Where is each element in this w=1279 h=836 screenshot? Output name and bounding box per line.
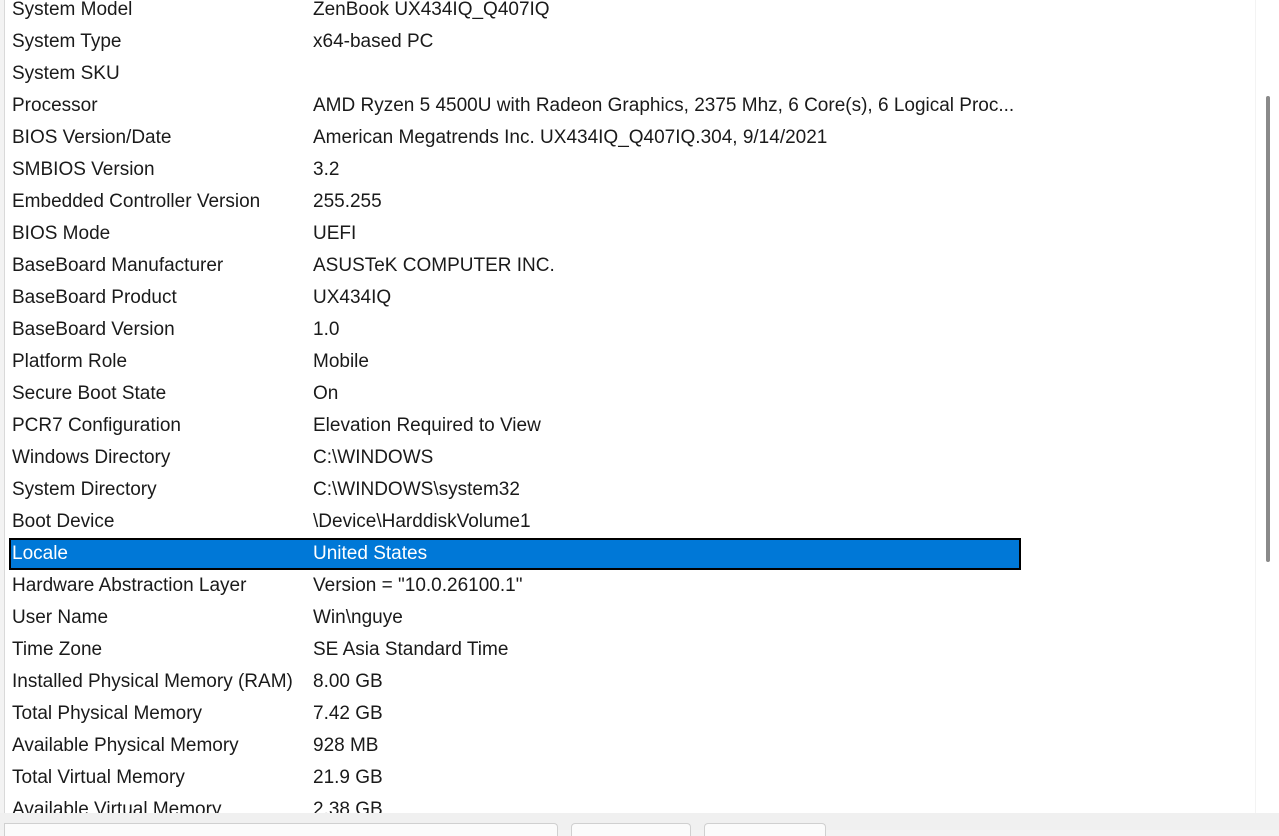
item-value: ASUSTeK COMPUTER INC. [313, 255, 555, 276]
item-value: Mobile [313, 351, 369, 372]
item-value: UEFI [313, 223, 357, 244]
item-value: 3.2 [313, 159, 340, 180]
item-value: 8.00 GB [313, 671, 383, 692]
item-value: On [313, 383, 339, 404]
list-row-pcr7-configuration[interactable]: PCR7 Configuration Elevation Required to … [9, 410, 1021, 442]
list-row-baseboard-version[interactable]: BaseBoard Version 1.0 [9, 314, 1021, 346]
list-row-available-physical-memory[interactable]: Available Physical Memory 928 MB [9, 730, 1021, 762]
item-name: Embedded Controller Version [12, 191, 261, 212]
item-name: Boot Device [12, 511, 115, 532]
list-row-embedded-controller-version[interactable]: Embedded Controller Version 255.255 [9, 186, 1021, 218]
item-name: Locale [12, 543, 68, 564]
item-value: SE Asia Standard Time [313, 639, 509, 660]
list-row-total-virtual-memory[interactable]: Total Virtual Memory 21.9 GB [9, 762, 1021, 794]
list-row-bios-mode[interactable]: BIOS Mode UEFI [9, 218, 1021, 250]
item-value: Win\nguye [313, 607, 403, 628]
item-name: System Type [12, 31, 122, 52]
item-value: Elevation Required to View [313, 415, 541, 436]
scrollbar-thumb[interactable] [1266, 96, 1270, 562]
list-row-available-virtual-memory[interactable]: Available Virtual Memory 2.38 GB [9, 794, 1021, 814]
list-row-boot-device[interactable]: Boot Device \Device\HarddiskVolume1 [9, 506, 1021, 538]
item-value: 7.42 GB [313, 703, 383, 724]
list-row-platform-role[interactable]: Platform Role Mobile [9, 346, 1021, 378]
list-row-total-physical-memory[interactable]: Total Physical Memory 7.42 GB [9, 698, 1021, 730]
list-row-hardware-abstraction-layer[interactable]: Hardware Abstraction Layer Version = "10.… [9, 570, 1021, 602]
item-name: BaseBoard Product [12, 287, 177, 308]
list-row-installed-physical-memory[interactable]: Installed Physical Memory (RAM) 8.00 GB [9, 666, 1021, 698]
item-value: 21.9 GB [313, 767, 383, 788]
vertical-scrollbar[interactable] [1256, 0, 1279, 813]
item-name: Hardware Abstraction Layer [12, 575, 247, 596]
list-row-smbios-version[interactable]: SMBIOS Version 3.2 [9, 154, 1021, 186]
item-name: Secure Boot State [12, 383, 167, 404]
item-value: \Device\HarddiskVolume1 [313, 511, 531, 532]
list-row-processor[interactable]: Processor AMD Ryzen 5 4500U with Radeon G… [9, 90, 1021, 122]
list-row-system-model[interactable]: System Model ZenBook UX434IQ_Q407IQ [9, 0, 1021, 26]
item-value: 255.255 [313, 191, 382, 212]
item-value: 2.38 GB [313, 799, 383, 814]
item-name: BIOS Version/Date [12, 127, 172, 148]
system-summary-rows: System Model ZenBook UX434IQ_Q407IQ Syste… [5, 0, 1255, 814]
item-value: United States [313, 543, 428, 564]
list-row-baseboard-product[interactable]: BaseBoard Product UX434IQ [9, 282, 1021, 314]
item-name: Time Zone [12, 639, 103, 660]
item-value: UX434IQ [313, 287, 392, 308]
item-name: BaseBoard Manufacturer [12, 255, 224, 276]
item-name: System Model [12, 0, 133, 20]
item-name: Processor [12, 95, 98, 116]
list-row-secure-boot-state[interactable]: Secure Boot State On [9, 378, 1021, 410]
item-name: System Directory [12, 479, 157, 500]
item-name: BIOS Mode [12, 223, 111, 244]
list-row-time-zone[interactable]: Time Zone SE Asia Standard Time [9, 634, 1021, 666]
item-name: SMBIOS Version [12, 159, 155, 180]
item-value: American Megatrends Inc. UX434IQ_Q407IQ.… [313, 127, 828, 148]
item-name: Available Virtual Memory [12, 799, 222, 814]
item-value: ZenBook UX434IQ_Q407IQ [313, 0, 550, 20]
item-value: AMD Ryzen 5 4500U with Radeon Graphics, … [313, 95, 1015, 116]
item-name: Total Virtual Memory [12, 767, 185, 788]
item-name: System SKU [12, 63, 120, 84]
item-name: Total Physical Memory [12, 703, 203, 724]
list-row-user-name[interactable]: User Name Win\nguye [9, 602, 1021, 634]
item-name: BaseBoard Version [12, 319, 175, 340]
list-row-baseboard-manufacturer[interactable]: BaseBoard Manufacturer ASUSTeK COMPUTER I… [9, 250, 1021, 282]
list-row-system-sku[interactable]: System SKU [9, 58, 1021, 90]
item-name: Installed Physical Memory (RAM) [12, 671, 293, 692]
list-row-windows-directory[interactable]: Windows Directory C:\WINDOWS [9, 442, 1021, 474]
item-value: Version = "10.0.26100.1" [313, 575, 523, 596]
item-value: C:\WINDOWS [313, 447, 434, 468]
bottom-panel [0, 813, 1279, 836]
item-value: x64-based PC [313, 31, 434, 52]
system-summary-list[interactable]: System Model ZenBook UX434IQ_Q407IQ Syste… [4, 0, 1255, 814]
item-name: User Name [12, 607, 109, 628]
item-value: 1.0 [313, 319, 340, 340]
list-row-system-type[interactable]: System Type x64-based PC [9, 26, 1021, 58]
item-name: PCR7 Configuration [12, 415, 181, 436]
list-row-locale-selected[interactable]: Locale United States [9, 538, 1021, 570]
item-name: Platform Role [12, 351, 128, 372]
list-row-bios-version-date[interactable]: BIOS Version/Date American Megatrends Inc… [9, 122, 1021, 154]
list-row-system-directory[interactable]: System Directory C:\WINDOWS\system32 [9, 474, 1021, 506]
item-value: 928 MB [313, 735, 379, 756]
item-name: Windows Directory [12, 447, 171, 468]
item-value: C:\WINDOWS\system32 [313, 479, 520, 500]
item-name: Available Physical Memory [12, 735, 239, 756]
